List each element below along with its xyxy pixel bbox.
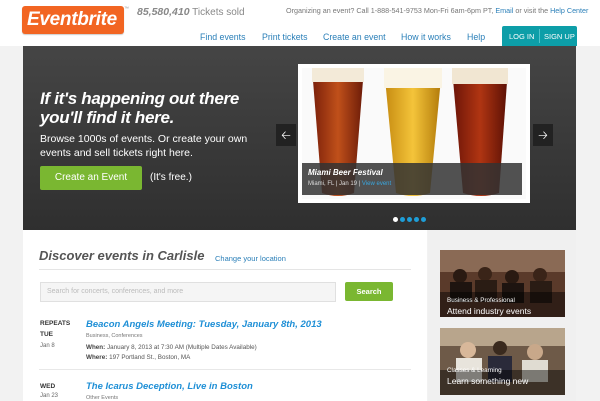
event-divider — [39, 369, 411, 370]
login-button[interactable]: LOG IN — [509, 32, 534, 41]
slider-dot-5[interactable] — [421, 217, 426, 222]
top-bar: Eventbrite ™ 85,580,410 Tickets sold Org… — [0, 0, 600, 46]
auth-divider — [539, 29, 540, 43]
category-sidebar: Business & Professional Attend industry … — [428, 230, 576, 401]
event-date: Jan 8 — [40, 343, 55, 349]
hero-subtitle: Browse 1000s of events. Or create your o… — [40, 133, 248, 159]
help-or: or visit the — [515, 6, 549, 15]
slider-dot-2[interactable] — [400, 217, 405, 222]
nav-how-it-works[interactable]: How it works — [401, 32, 451, 42]
change-location-link[interactable]: Change your location — [215, 254, 286, 263]
tickets-label: Tickets sold — [192, 7, 245, 18]
category-card-classes[interactable]: Classes & Learning Learn something new — [440, 328, 565, 395]
help-center-link[interactable]: Help Center — [550, 6, 588, 15]
event-where: Where: 197 Portland St., Boston, MA — [86, 354, 190, 361]
eventbrite-logo[interactable]: Eventbrite — [22, 6, 124, 34]
view-event-link[interactable]: View event — [362, 181, 391, 187]
slide-caption: Miami Beer Festival Miami, FL | Jan 19 |… — [302, 163, 522, 195]
help-text: Organizing an event? Call 1-888-541-9753… — [286, 6, 494, 15]
when-value: January 8, 2013 at 7:30 AM (Multiple Dat… — [107, 344, 257, 351]
discover-heading: Discover events in Carlisle — [39, 248, 205, 263]
email-link[interactable]: Email — [495, 6, 513, 15]
discover-section: Discover events in Carlisle Change your … — [23, 230, 427, 401]
slider-dot-3[interactable] — [407, 217, 412, 222]
event-day: WED — [40, 383, 56, 390]
slider-dot-4[interactable] — [414, 217, 419, 222]
nav-print-tickets[interactable]: Print tickets — [262, 32, 307, 42]
where-label: Where: — [86, 354, 108, 361]
slider-pagination — [393, 209, 428, 227]
when-label: When: — [86, 344, 106, 351]
search-button[interactable]: Search — [345, 282, 393, 301]
nav-create-event[interactable]: Create an event — [323, 32, 386, 42]
card-text: Attend industry events — [447, 306, 532, 316]
slider-next-arrow-icon[interactable]: 🡢 — [533, 124, 553, 146]
event-title[interactable]: Beacon Angels Meeting: Tuesday, January … — [86, 319, 322, 330]
event-category: Other Events — [86, 395, 119, 401]
featured-slider: Miami Beer Festival Miami, FL | Jan 19 |… — [298, 64, 530, 203]
slide-meta-text: Miami, FL | Jan 19 | — [308, 181, 361, 187]
category-card-business[interactable]: Business & Professional Attend industry … — [440, 250, 565, 317]
card-label: Classes & Learning — [447, 367, 502, 374]
slide-title[interactable]: Miami Beer Festival — [308, 168, 383, 177]
event-day: TUE — [40, 331, 53, 338]
card-text: Learn something new — [447, 376, 529, 386]
signup-button[interactable]: SIGN UP — [544, 32, 575, 41]
hero-banner: If it's happening out there you'll find … — [23, 46, 576, 230]
slider-dot-1[interactable] — [393, 217, 398, 222]
auth-buttons: LOG IN SIGN UP — [502, 26, 577, 46]
event-repeats-label: REPEATS — [40, 320, 71, 327]
heading-divider — [39, 269, 411, 270]
hero-title: If it's happening out there you'll find … — [40, 89, 239, 127]
event-search-input[interactable]: Search for concerts, conferences, and mo… — [40, 282, 336, 302]
event-category: Business, Conferences — [86, 333, 143, 339]
slide-meta: Miami, FL | Jan 19 | View event — [308, 181, 391, 187]
nav-find-events[interactable]: Find events — [200, 32, 245, 42]
where-value: 197 Portland St., Boston, MA — [109, 354, 191, 361]
event-date: Jan 23 — [40, 393, 59, 399]
create-event-button[interactable]: Create an Event — [40, 166, 142, 190]
card-label: Business & Professional — [447, 297, 515, 304]
event-when: When: January 8, 2013 at 7:30 AM (Multip… — [86, 344, 257, 351]
help-line: Organizing an event? Call 1-888-541-9753… — [286, 6, 588, 15]
nav-help[interactable]: Help — [467, 32, 485, 42]
beer-festival-image[interactable]: Miami Beer Festival Miami, FL | Jan 19 |… — [302, 68, 526, 199]
slider-prev-arrow-icon[interactable]: 🡠 — [276, 124, 296, 146]
tickets-count: 85,580,410 — [137, 6, 190, 18]
event-title[interactable]: The Icarus Deception, Live in Boston — [86, 381, 253, 392]
tickets-sold: 85,580,410 Tickets sold — [137, 6, 245, 18]
trademark-mark: ™ — [124, 6, 129, 12]
free-note: (It's free.) — [150, 172, 192, 183]
